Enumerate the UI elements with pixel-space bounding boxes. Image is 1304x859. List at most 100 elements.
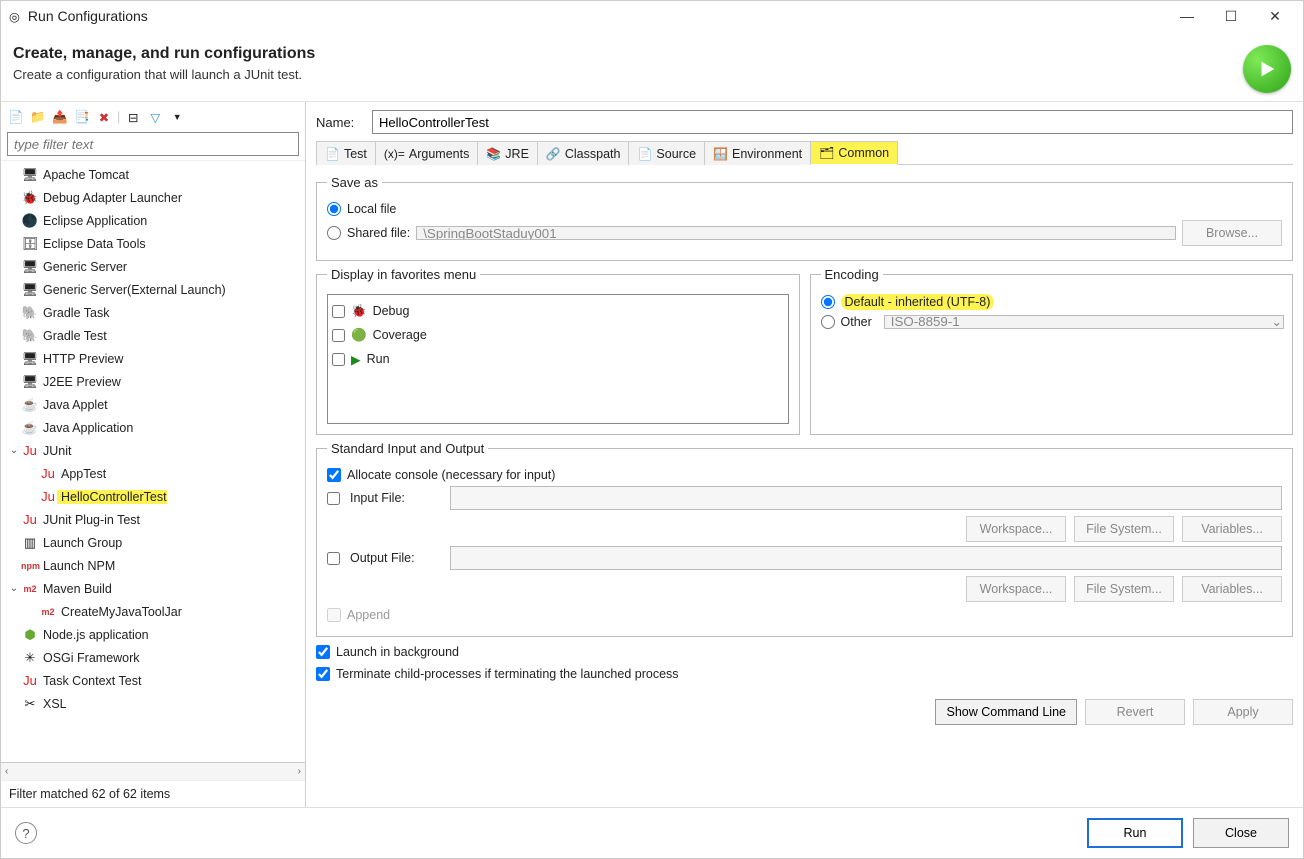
tree-item-label: Generic Server bbox=[39, 260, 127, 274]
new-folder-icon[interactable]: 📁 bbox=[29, 108, 47, 126]
favorite-check[interactable] bbox=[332, 353, 345, 366]
filter-input[interactable] bbox=[7, 132, 299, 156]
close-dialog-button[interactable]: Close bbox=[1193, 818, 1289, 848]
output-variables-button[interactable]: Variables... bbox=[1182, 576, 1282, 602]
tree-item[interactable]: ✳OSGi Framework bbox=[1, 646, 305, 669]
output-filesystem-button[interactable]: File System... bbox=[1074, 576, 1174, 602]
tree-item-icon: 🐘 bbox=[21, 305, 39, 321]
favorite-check[interactable] bbox=[332, 305, 345, 318]
local-file-radio[interactable] bbox=[327, 202, 341, 216]
delete-icon[interactable]: ✖ bbox=[95, 108, 113, 126]
tab-icon: 📚 bbox=[486, 147, 501, 161]
saveas-group: Save as Local file Shared file: Browse..… bbox=[316, 175, 1293, 261]
launch-bg-check[interactable] bbox=[316, 645, 330, 659]
minimize-button[interactable]: — bbox=[1167, 2, 1207, 30]
favorite-icon: 🐞 bbox=[351, 304, 367, 319]
tab-arguments[interactable]: (x)=Arguments bbox=[375, 141, 478, 165]
favorite-item[interactable]: ▶Run bbox=[332, 347, 784, 371]
tree-item[interactable]: ☕Java Applet bbox=[1, 393, 305, 416]
tree-item-label: Generic Server(External Launch) bbox=[39, 283, 226, 297]
tab-test[interactable]: 📄Test bbox=[316, 141, 376, 165]
tab-jre[interactable]: 📚JRE bbox=[477, 141, 538, 165]
output-file-check[interactable] bbox=[327, 552, 340, 565]
show-command-line-button[interactable]: Show Command Line bbox=[935, 699, 1077, 725]
tree-item-label: JUnit bbox=[39, 444, 71, 458]
close-button[interactable]: ✕ bbox=[1255, 2, 1295, 30]
duplicate-icon[interactable]: 📑 bbox=[73, 108, 91, 126]
allocate-console-check[interactable] bbox=[327, 468, 341, 482]
tree-item[interactable]: JuTask Context Test bbox=[1, 669, 305, 692]
tree-item[interactable]: 🖥Generic Server bbox=[1, 255, 305, 278]
shared-file-radio[interactable] bbox=[327, 226, 341, 240]
tree-item[interactable]: m2CreateMyJavaToolJar bbox=[1, 600, 305, 623]
encoding-default-radio[interactable] bbox=[821, 295, 835, 309]
tree-item-label: Java Applet bbox=[39, 398, 108, 412]
favorite-item[interactable]: 🐞Debug bbox=[332, 299, 784, 323]
tree-item-label: Launch Group bbox=[39, 536, 122, 550]
filter-icon[interactable]: ▽ bbox=[146, 108, 164, 126]
input-variables-button[interactable]: Variables... bbox=[1182, 516, 1282, 542]
export-icon[interactable]: 📤 bbox=[51, 108, 69, 126]
run-button[interactable]: Run bbox=[1087, 818, 1183, 848]
encoding-other-label: Other bbox=[841, 315, 872, 329]
tree-item[interactable]: ✂XSL bbox=[1, 692, 305, 715]
tree-item[interactable]: 🐘Gradle Task bbox=[1, 301, 305, 324]
terminate-children-check[interactable] bbox=[316, 667, 330, 681]
favorite-label: Coverage bbox=[373, 328, 427, 342]
revert-button[interactable]: Revert bbox=[1085, 699, 1185, 725]
tree-item[interactable]: 🐘Gradle Test bbox=[1, 324, 305, 347]
input-filesystem-button[interactable]: File System... bbox=[1074, 516, 1174, 542]
configurations-panel: 📄 📁 📤 📑 ✖ | ⊟ ▽ ▼ 🖥Apache Tomcat🐞Debug A… bbox=[1, 102, 306, 807]
tree-item[interactable]: 🖥J2EE Preview bbox=[1, 370, 305, 393]
tab-classpath[interactable]: 🔗Classpath bbox=[537, 141, 630, 165]
input-file-check[interactable] bbox=[327, 492, 340, 505]
tree-item[interactable]: ▥Launch Group bbox=[1, 531, 305, 554]
collapse-icon[interactable]: ⊟ bbox=[124, 108, 142, 126]
tree-item-icon: 🖥 bbox=[21, 167, 39, 183]
run-hero-icon bbox=[1243, 45, 1291, 93]
tree-item[interactable]: 🐞Debug Adapter Launcher bbox=[1, 186, 305, 209]
name-label: Name: bbox=[316, 115, 372, 130]
input-workspace-button[interactable]: Workspace... bbox=[966, 516, 1066, 542]
tree-item-label: Maven Build bbox=[39, 582, 112, 596]
tree-item-icon: ✂ bbox=[21, 696, 39, 712]
tree-item[interactable]: ☕Java Application bbox=[1, 416, 305, 439]
dropdown-icon[interactable]: ▼ bbox=[168, 108, 186, 126]
header-title: Create, manage, and run configurations bbox=[13, 45, 315, 63]
tree-item-label: J2EE Preview bbox=[39, 375, 121, 389]
encoding-dropdown-icon[interactable]: ⌄ bbox=[1272, 314, 1282, 329]
output-workspace-button[interactable]: Workspace... bbox=[966, 576, 1066, 602]
config-tree[interactable]: 🖥Apache Tomcat🐞Debug Adapter Launcher🌑Ec… bbox=[1, 160, 305, 762]
tree-scrollbar[interactable]: ‹› bbox=[1, 762, 305, 780]
favorites-list[interactable]: 🐞Debug🟢Coverage▶Run bbox=[327, 294, 789, 424]
apply-button[interactable]: Apply bbox=[1193, 699, 1293, 725]
tree-item[interactable]: 🖥Generic Server(External Launch) bbox=[1, 278, 305, 301]
favorites-legend: Display in favorites menu bbox=[327, 267, 480, 282]
browse-button[interactable]: Browse... bbox=[1182, 220, 1282, 246]
tree-item[interactable]: ⌄m2Maven Build bbox=[1, 577, 305, 600]
name-input[interactable] bbox=[372, 110, 1293, 134]
tab-common[interactable]: 🗂Common bbox=[810, 141, 898, 165]
tab-environment[interactable]: 🪟Environment bbox=[704, 141, 811, 165]
tree-item[interactable]: 🗄Eclipse Data Tools bbox=[1, 232, 305, 255]
favorite-check[interactable] bbox=[332, 329, 345, 342]
encoding-other-radio[interactable] bbox=[821, 315, 835, 329]
tree-item[interactable]: 🌑Eclipse Application bbox=[1, 209, 305, 232]
tree-item[interactable]: JuAppTest bbox=[1, 462, 305, 485]
tree-item[interactable]: npmLaunch NPM bbox=[1, 554, 305, 577]
left-toolbar: 📄 📁 📤 📑 ✖ | ⊟ ▽ ▼ bbox=[1, 102, 305, 130]
tree-item[interactable]: ⬢Node.js application bbox=[1, 623, 305, 646]
tree-item-icon: 🖥 bbox=[21, 374, 39, 390]
new-config-icon[interactable]: 📄 bbox=[7, 108, 25, 126]
tree-item[interactable]: JuHelloControllerTest bbox=[1, 485, 305, 508]
tree-item[interactable]: ⌄JuJUnit bbox=[1, 439, 305, 462]
tab-source[interactable]: 📄Source bbox=[628, 141, 705, 165]
tree-item[interactable]: 🖥Apache Tomcat bbox=[1, 163, 305, 186]
help-icon[interactable]: ? bbox=[15, 822, 37, 844]
tree-item-label: HTTP Preview bbox=[39, 352, 123, 366]
tab-label: Classpath bbox=[565, 147, 621, 161]
maximize-button[interactable]: ☐ bbox=[1211, 2, 1251, 30]
favorite-item[interactable]: 🟢Coverage bbox=[332, 323, 784, 347]
tree-item[interactable]: JuJUnit Plug-in Test bbox=[1, 508, 305, 531]
tree-item[interactable]: 🖥HTTP Preview bbox=[1, 347, 305, 370]
